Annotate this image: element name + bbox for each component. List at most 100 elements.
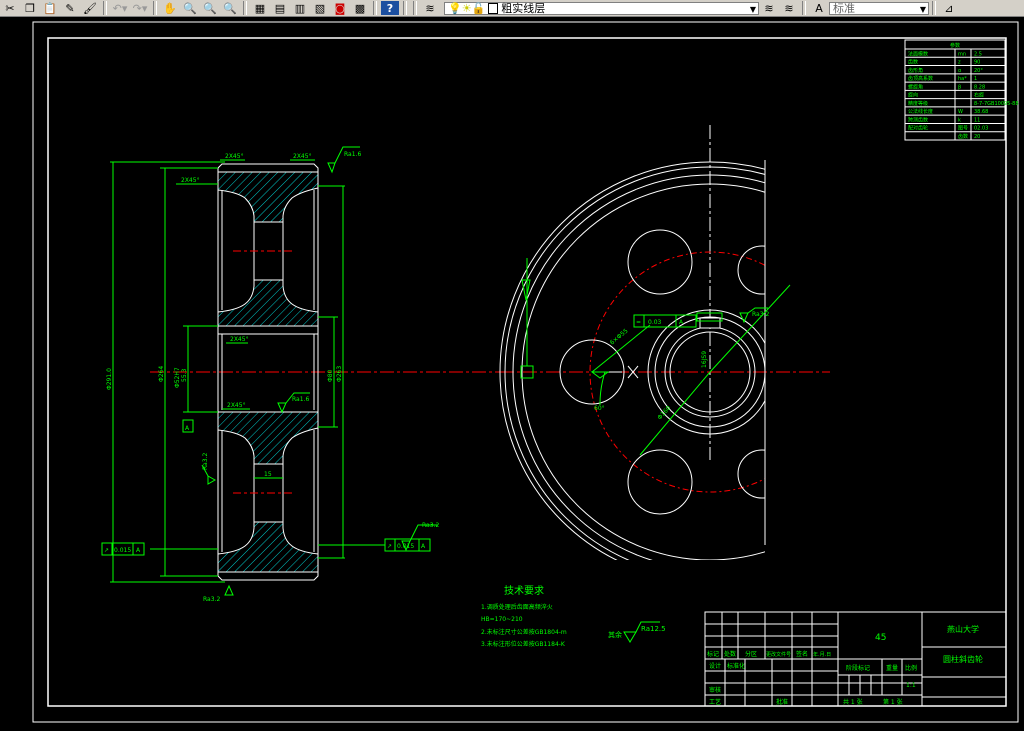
drawing-canvas[interactable]: 2X45° 2X45° 2X45° 2X45° 2X45° Ra1.6 Ra1.…: [0, 17, 1024, 731]
stage-label: 阶段标记: [846, 664, 870, 672]
param-cell: 螺旋角: [908, 83, 923, 90]
paste-icon[interactable]: 📋: [41, 1, 59, 15]
param-cell: 8.28: [974, 84, 985, 90]
separator: [243, 1, 247, 15]
right-dimensions: [520, 258, 791, 456]
layer-dropdown[interactable]: 💡 ☀ 🔓 粗实线层 ▼: [444, 1, 759, 15]
chevron-down-icon: ▼: [749, 4, 756, 14]
markup-icon[interactable]: ◙: [331, 1, 349, 15]
chamfer-label: 2X45°: [181, 177, 200, 184]
tolerance-value: 0.015: [114, 547, 131, 554]
param-cell: 配对齿轮: [908, 125, 928, 132]
redo-icon[interactable]: ↷▾: [131, 1, 149, 15]
param-cell: β: [958, 84, 961, 90]
separator: [932, 1, 936, 15]
undo-icon[interactable]: ↶▾: [111, 1, 129, 15]
layer-freeze-icon: ☀: [461, 1, 472, 15]
parameter-table-text: 参数法面模数 mn 2.5 齿数 z 90 齿形角 α 20° 齿顶高系数 ha* 1 螺旋角 β 8.28…: [908, 42, 1019, 140]
zoom-previous-icon[interactable]: 🔍: [221, 1, 239, 15]
dimension-label: 15: [264, 471, 272, 478]
tech-req-line: HB=170~210: [481, 616, 523, 623]
properties-icon[interactable]: ▦: [251, 1, 269, 15]
param-cell: 跨测齿数: [908, 116, 928, 123]
layer-manager-icon[interactable]: ≋: [421, 1, 439, 15]
param-cell: 法面模数: [908, 50, 928, 57]
separator: [373, 1, 377, 15]
param-cell: 20°: [974, 68, 983, 74]
layer-lock-icon: 🔓: [471, 1, 486, 15]
sheet-set-icon[interactable]: ▧: [311, 1, 329, 15]
standardization-label: 标准化: [727, 662, 745, 670]
text-style-icon[interactable]: A: [810, 1, 828, 15]
help-icon[interactable]: ?: [381, 1, 399, 15]
param-cell: α: [958, 68, 962, 74]
param-cell: 38.68: [974, 109, 988, 115]
other-roughness-value: Ra12.5: [641, 625, 666, 633]
roughness-label: Ra3.2: [202, 453, 209, 470]
design-label: 设计: [709, 662, 721, 670]
calculator-icon[interactable]: ▩: [351, 1, 369, 15]
dimension-style-icon[interactable]: ⊿: [940, 1, 958, 15]
dimension-label: 55.3: [181, 368, 188, 382]
param-cell: 精度等级: [908, 100, 928, 107]
param-cell: 90: [974, 60, 980, 66]
param-cell: 齿数: [908, 59, 918, 66]
tolerance-symbol: ↗: [387, 543, 392, 550]
weight-label: 重量: [886, 664, 898, 672]
text-style-dropdown[interactable]: 标准 ▼: [829, 1, 929, 15]
copy-icon[interactable]: ❐: [21, 1, 39, 15]
zoom-realtime-icon[interactable]: 🔍: [181, 1, 199, 15]
param-cell: 公法线长度: [908, 108, 933, 115]
roughness-label: Ra3.2: [422, 522, 439, 529]
pan-icon[interactable]: ✋: [161, 1, 179, 15]
layer-previous-icon[interactable]: ≋: [780, 1, 798, 15]
toolbar: ✂ ❐ 📋 ✎ 🖌 ↶▾ ↷▾ ✋ 🔍 🔍 🔍 ▦ ▤ ▥ ▧ ◙ ▩ ? ≋ …: [0, 0, 1024, 17]
chamfer-label: 2X45°: [225, 153, 244, 160]
separator: [153, 1, 157, 15]
sheet-number: 第 1 张: [883, 698, 903, 706]
brush-icon[interactable]: 🖌: [81, 1, 99, 15]
process-label: 工艺: [709, 698, 721, 706]
param-cell: 02.03: [974, 126, 988, 132]
chamfer-label: 2X45°: [227, 402, 246, 409]
tolerance-datum: A: [136, 547, 141, 554]
chevron-down-icon: ▼: [919, 4, 926, 14]
dimension-label: Φ291.0: [106, 368, 113, 390]
header-cell: 年.月.日: [813, 651, 831, 658]
layer-state-icon[interactable]: ≋: [760, 1, 778, 15]
dimension-label: 16JS9: [701, 351, 708, 368]
param-cell: 1: [974, 76, 977, 82]
param-cell: 齿顶高系数: [908, 75, 933, 82]
dimension-label: Φ264: [158, 366, 165, 382]
param-cell: mn: [958, 51, 966, 57]
approve-label: 批准: [776, 698, 788, 706]
text-style-name: 标准: [833, 2, 855, 15]
header-cell: 处数: [724, 650, 736, 658]
scale-label: 比例: [905, 664, 917, 672]
tech-req-line: 3.未标注形位公差按GB1184-K: [481, 640, 566, 648]
tool-palettes-icon[interactable]: ▥: [291, 1, 309, 15]
review-label: 审核: [709, 686, 721, 694]
match-properties-icon[interactable]: ✎: [61, 1, 79, 15]
zoom-window-icon[interactable]: 🔍: [201, 1, 219, 15]
param-table-title: 参数: [950, 42, 960, 49]
tolerance-value: 0.015: [397, 543, 414, 550]
param-cell: 20: [974, 134, 980, 140]
material-label: 45: [875, 633, 886, 643]
separator: [103, 1, 107, 15]
design-center-icon[interactable]: ▤: [271, 1, 289, 15]
tech-req-title: 技术要求: [504, 584, 544, 597]
roughness-label: Ra3.2: [203, 596, 220, 603]
param-cell: W: [958, 109, 963, 115]
tolerance-datum: A: [421, 543, 426, 550]
dimension-label: 60°: [594, 405, 605, 412]
roughness-label: Ra1.6: [292, 396, 309, 403]
param-cell: 旋向: [908, 92, 918, 99]
layer-name: 粗实线层: [501, 2, 546, 15]
cut-icon[interactable]: ✂: [1, 1, 19, 15]
tolerance-value: 0.03: [648, 319, 662, 326]
param-cell: ha*: [958, 76, 967, 82]
other-roughness-label: 其余: [608, 630, 622, 639]
param-cell: 右旋: [974, 92, 984, 99]
layer-on-icon: 💡: [448, 1, 462, 15]
